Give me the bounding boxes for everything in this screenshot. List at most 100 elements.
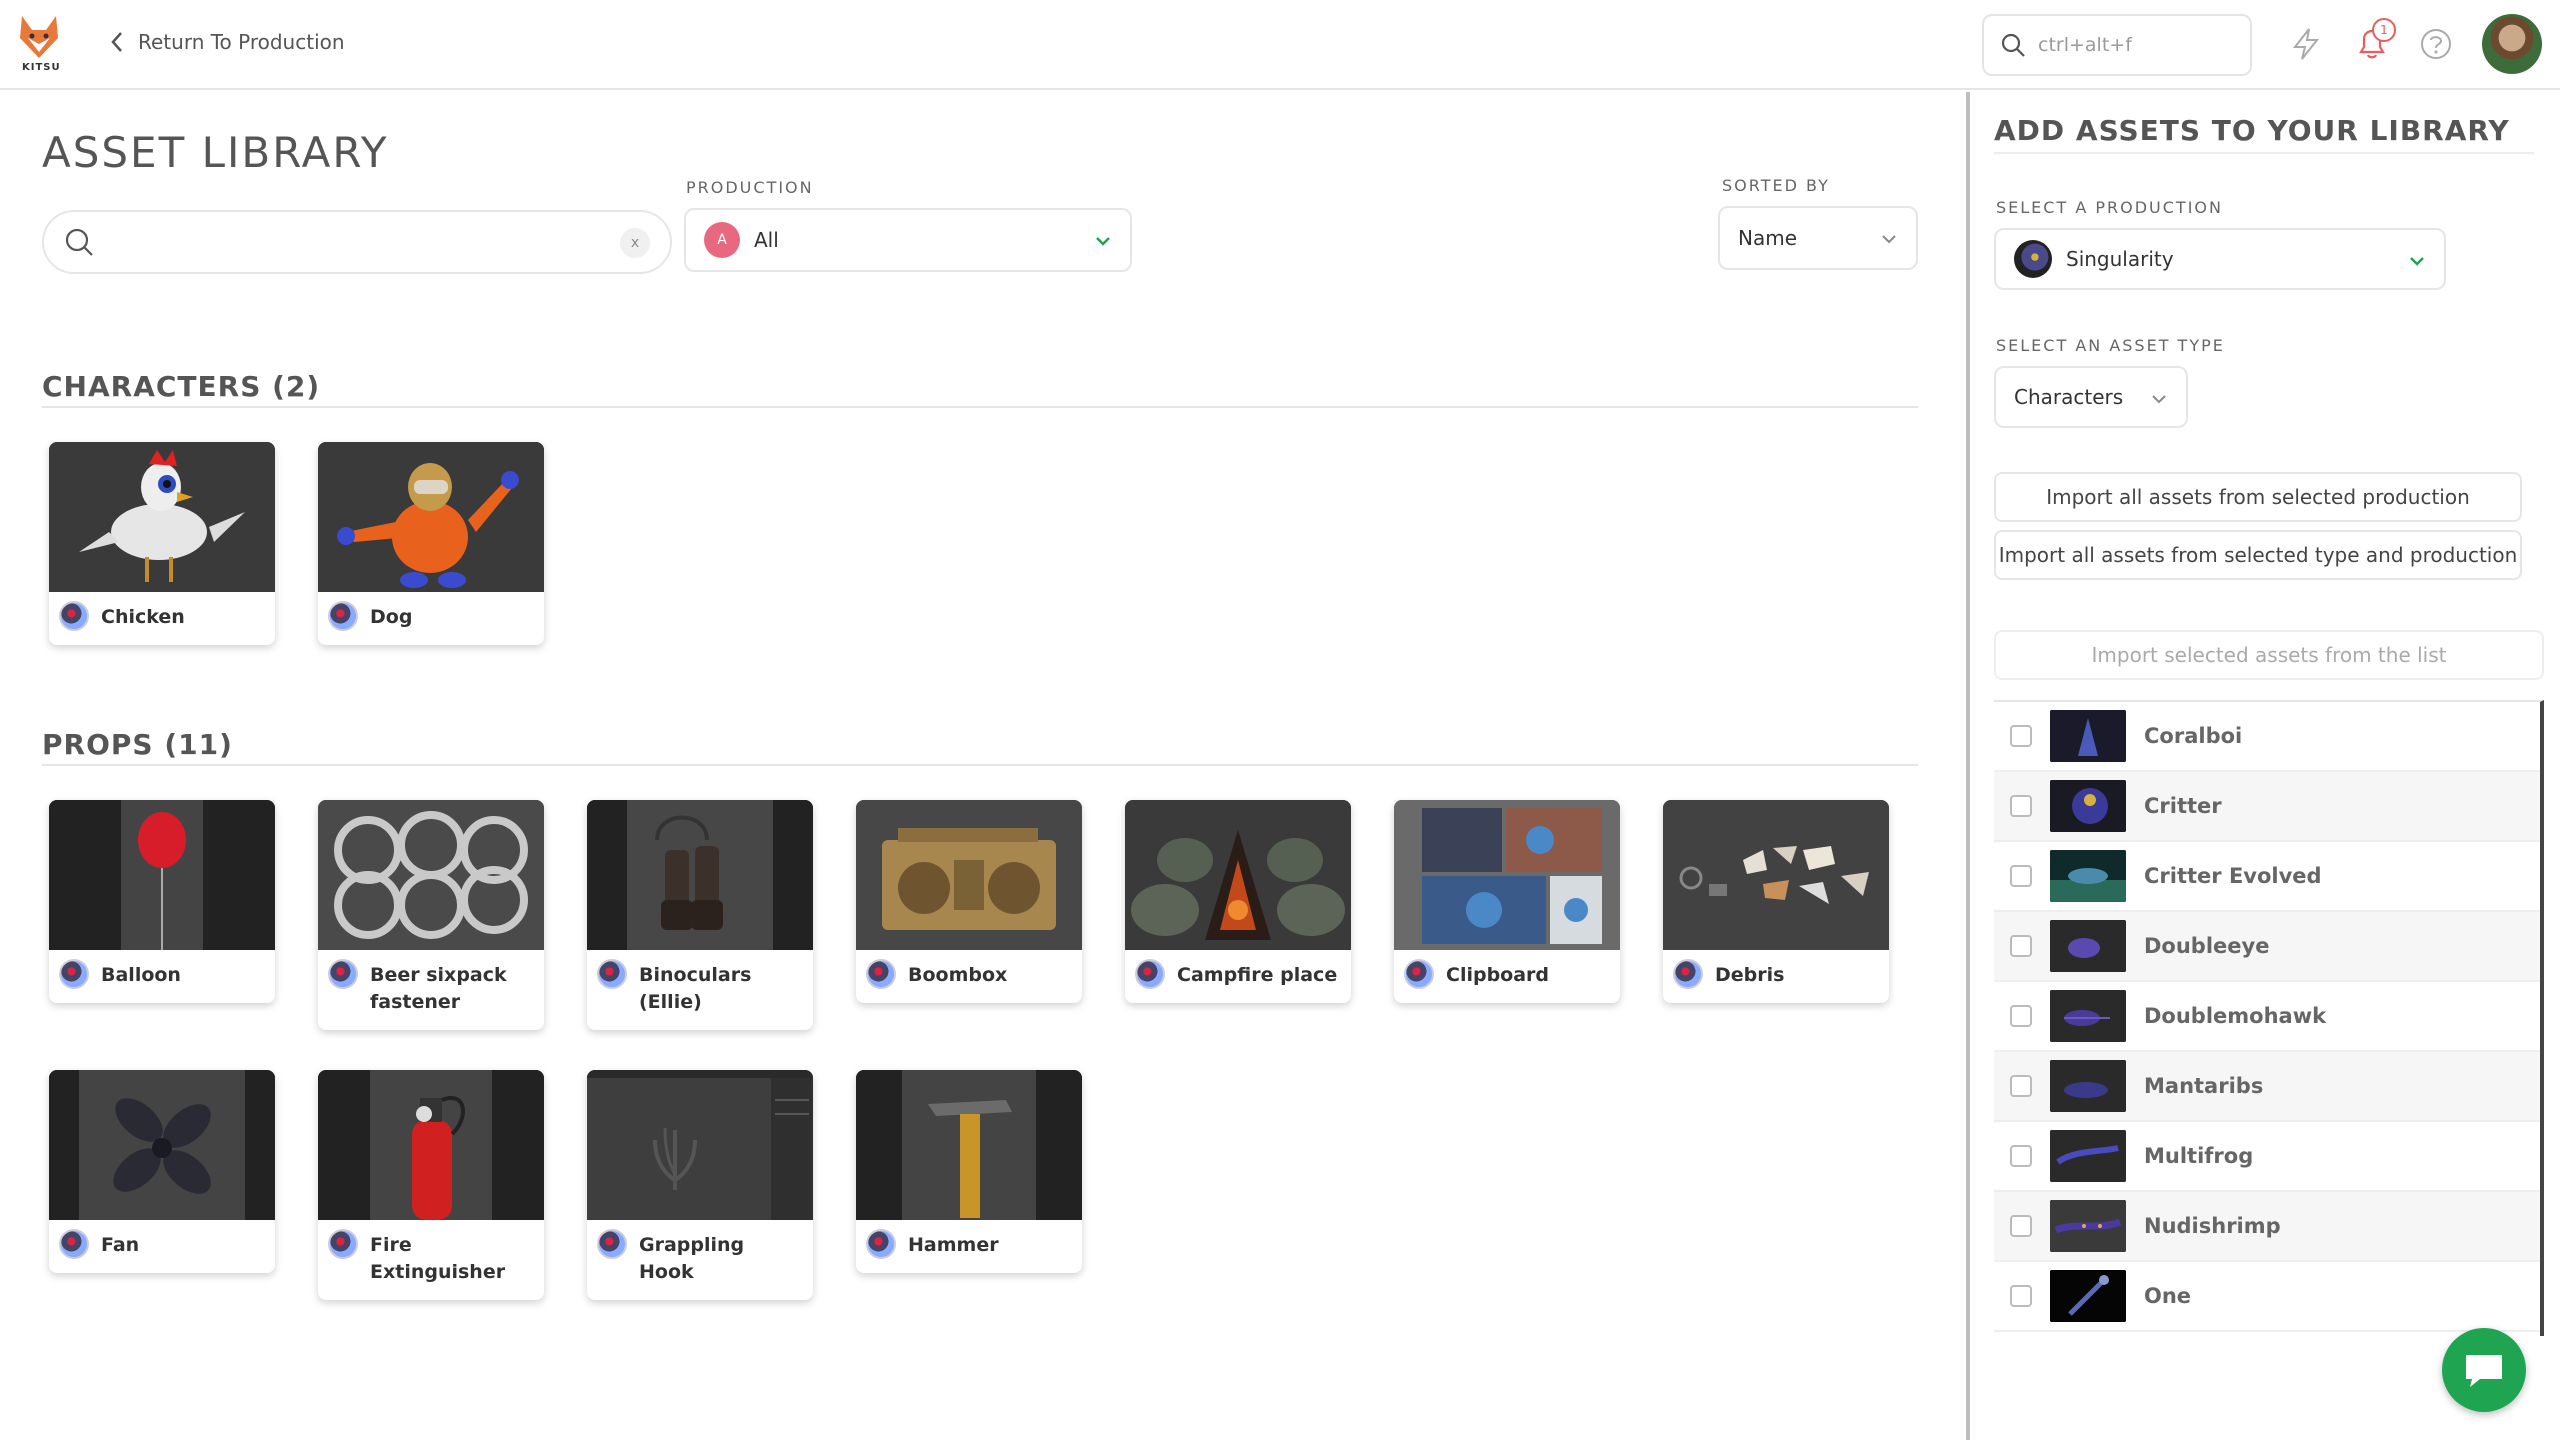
- asset-thumbnail: [2050, 850, 2126, 902]
- select-production-label: SELECT A PRODUCTION: [1996, 198, 2223, 217]
- asset-thumbnail: [49, 800, 275, 950]
- list-item[interactable]: Mantaribs: [1994, 1052, 2540, 1122]
- chevron-down-icon: [2410, 257, 2424, 266]
- asset-name: Fire Extinguisher: [370, 1234, 506, 1283]
- asset-checkbox[interactable]: [2010, 865, 2032, 887]
- asset-thumbnail: [587, 800, 813, 950]
- return-to-production-link[interactable]: Return To Production: [110, 30, 345, 54]
- asset-name: Critter: [2144, 794, 2222, 818]
- asset-name: Doublemohawk: [2144, 1004, 2327, 1028]
- production-avatar: [59, 601, 89, 631]
- kitsu-logo[interactable]: KITSU: [16, 14, 62, 76]
- logo-text: KITSU: [22, 62, 61, 73]
- asset-name: Critter Evolved: [2144, 864, 2322, 888]
- asset-name: Chicken: [101, 606, 185, 628]
- chevron-left-icon: [111, 32, 122, 52]
- lightning-icon[interactable]: [2286, 24, 2326, 64]
- production-filter-label: PRODUCTION: [686, 178, 814, 197]
- library-search-field[interactable]: x: [42, 210, 672, 274]
- asset-card-clipboard[interactable]: Clipboard: [1394, 800, 1620, 1003]
- asset-thumbnail: [1394, 800, 1620, 950]
- asset-thumbnail: [1663, 800, 1889, 950]
- asset-thumbnail: [2050, 1060, 2126, 1112]
- asset-checkbox[interactable]: [2010, 1285, 2032, 1307]
- asset-thumbnail: [318, 1070, 544, 1220]
- user-avatar[interactable]: [2482, 14, 2542, 74]
- import-selected-button[interactable]: Import selected assets from the list: [1994, 630, 2544, 680]
- list-item[interactable]: Critter: [1994, 772, 2540, 842]
- fox-logo-icon: [20, 16, 58, 58]
- asset-card-balloon[interactable]: Balloon: [49, 800, 275, 1003]
- asset-thumbnail: [318, 800, 544, 950]
- asset-name: Doubleeye: [2144, 934, 2270, 958]
- asset-thumbnail: [2050, 990, 2126, 1042]
- global-search-input[interactable]: ctrl+alt+f: [1982, 14, 2252, 76]
- list-item[interactable]: Coralboi: [1994, 702, 2540, 772]
- asset-card-dog[interactable]: Dog: [318, 442, 544, 645]
- chat-button[interactable]: [2442, 1328, 2526, 1412]
- asset-card-grappling-hook[interactable]: Grappling Hook: [587, 1070, 813, 1300]
- production-avatar: [597, 1229, 627, 1259]
- add-assets-panel: ADD ASSETS TO YOUR LIBRARY SELECT A PROD…: [1966, 92, 2560, 1440]
- search-icon: [2001, 33, 2025, 57]
- chevron-down-icon: [2152, 395, 2166, 404]
- asset-thumbnail: [2050, 1130, 2126, 1182]
- asset-card-fire-extinguisher[interactable]: Fire Extinguisher: [318, 1070, 544, 1300]
- asset-card-chicken[interactable]: Chicken: [49, 442, 275, 645]
- asset-name: Multifrog: [2144, 1144, 2254, 1168]
- asset-thumbnail: [318, 442, 544, 592]
- chevron-down-icon: [1882, 235, 1896, 244]
- sort-select[interactable]: Name: [1718, 206, 1918, 270]
- production-avatar: [866, 1229, 896, 1259]
- import-all-type-button[interactable]: Import all assets from selected type and…: [1994, 530, 2522, 580]
- help-icon[interactable]: [2416, 24, 2456, 64]
- section-divider: [42, 406, 1918, 408]
- clear-search-button[interactable]: x: [620, 228, 650, 258]
- asset-checkbox[interactable]: [2010, 795, 2032, 817]
- asset-card-hammer[interactable]: Hammer: [856, 1070, 1082, 1273]
- notifications-button[interactable]: 1: [2352, 18, 2396, 64]
- asset-type-select[interactable]: Characters: [1994, 366, 2188, 428]
- asset-name: One: [2144, 1284, 2192, 1308]
- asset-card-boombox[interactable]: Boombox: [856, 800, 1082, 1003]
- asset-thumbnail: [49, 442, 275, 592]
- asset-name: Hammer: [908, 1234, 999, 1256]
- asset-card-campfire-place[interactable]: Campfire place: [1125, 800, 1351, 1003]
- side-production-select[interactable]: Singularity: [1994, 228, 2446, 290]
- side-production-value: Singularity: [2066, 247, 2174, 271]
- side-divider: [1994, 152, 2534, 154]
- library-search-input[interactable]: [108, 230, 670, 254]
- list-item[interactable]: Critter Evolved: [1994, 842, 2540, 912]
- sort-value: Name: [1738, 226, 1798, 250]
- import-all-production-button[interactable]: Import all assets from selected producti…: [1994, 472, 2522, 522]
- asset-checkbox[interactable]: [2010, 725, 2032, 747]
- production-avatar: [59, 959, 89, 989]
- asset-select-list[interactable]: Coralboi Critter Critter Evolved Doublee…: [1994, 700, 2544, 1336]
- asset-checkbox[interactable]: [2010, 1005, 2032, 1027]
- production-avatar: [1135, 959, 1165, 989]
- production-filter-select[interactable]: A All: [684, 208, 1132, 272]
- list-item[interactable]: One: [1994, 1262, 2540, 1332]
- asset-checkbox[interactable]: [2010, 1215, 2032, 1237]
- asset-card-debris[interactable]: Debris: [1663, 800, 1889, 1003]
- asset-type-value: Characters: [2014, 385, 2124, 409]
- asset-card-beer-sixpack-fastener[interactable]: Beer sixpack fastener: [318, 800, 544, 1030]
- asset-thumbnail: [2050, 1270, 2126, 1322]
- asset-card-binoculars-ellie[interactable]: Binoculars (Ellie): [587, 800, 813, 1030]
- return-label: Return To Production: [138, 30, 345, 54]
- list-item[interactable]: Multifrog: [1994, 1122, 2540, 1192]
- asset-checkbox[interactable]: [2010, 935, 2032, 957]
- list-item[interactable]: Doublemohawk: [1994, 982, 2540, 1052]
- asset-name: Dog: [370, 606, 413, 628]
- list-item[interactable]: Doubleeye: [1994, 912, 2540, 982]
- asset-name: Beer sixpack fastener: [370, 964, 507, 1013]
- asset-name: Grappling Hook: [639, 1234, 745, 1283]
- asset-checkbox[interactable]: [2010, 1075, 2032, 1097]
- production-avatar: [1404, 959, 1434, 989]
- asset-checkbox[interactable]: [2010, 1145, 2032, 1167]
- production-avatar: [328, 601, 358, 631]
- asset-name: Fan: [101, 1234, 140, 1256]
- list-item[interactable]: Nudishrimp: [1994, 1192, 2540, 1262]
- asset-card-fan[interactable]: Fan: [49, 1070, 275, 1273]
- asset-name: Clipboard: [1446, 964, 1550, 986]
